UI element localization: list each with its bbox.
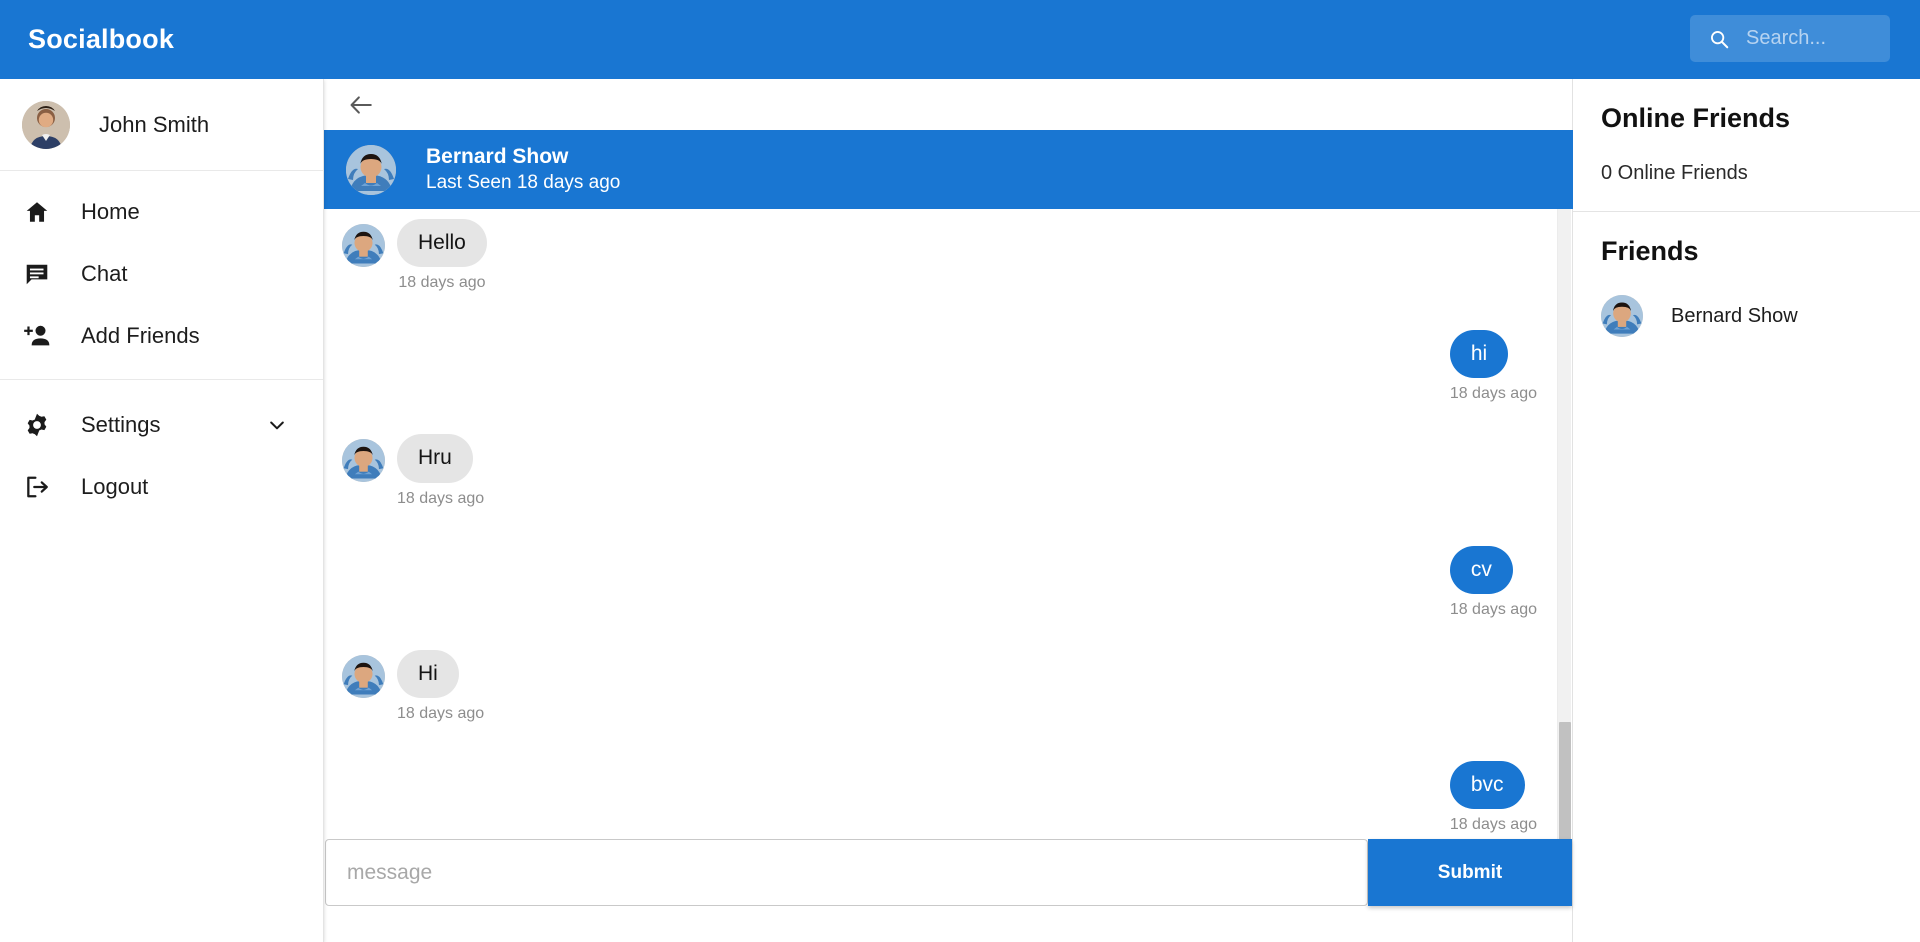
sidebar-item-home[interactable]: Home [0, 181, 323, 243]
message-bubble: hi [1449, 330, 1509, 379]
back-arrow-icon[interactable] [348, 92, 374, 118]
message-cluster: Hello 18 days ago [342, 219, 487, 292]
message-cluster: bvc 18 days ago [1438, 760, 1537, 834]
friends-title: Friends [1601, 236, 1699, 266]
message-bubble-wrap: hi 18 days ago [1449, 330, 1537, 403]
message-scroll-area[interactable]: Jiji18 days agoHello18 days agohi18 days… [324, 130, 1573, 887]
message-composer: Submit [324, 839, 1573, 906]
message-cluster: Hru 18 days ago [342, 434, 484, 507]
friend-list-item[interactable]: Bernard Show [1601, 295, 1892, 337]
message-bubble: Hello [397, 219, 487, 268]
friends-section: Friends Bernard Show [1573, 211, 1920, 363]
chevron-down-icon[interactable] [267, 415, 287, 435]
chat-bubble-icon [22, 259, 52, 289]
message-avatar [342, 439, 385, 483]
peer-name: Bernard Show [426, 144, 569, 168]
message-row: bvc 18 days ago [324, 760, 1557, 834]
logout-icon [22, 472, 52, 502]
message-bubble: Hi [397, 649, 459, 698]
online-friends-section: Online Friends 0 Online Friends [1573, 79, 1920, 211]
message-avatar [342, 224, 385, 268]
sidebar-item-logout[interactable]: Logout [0, 456, 323, 518]
message-row: Hello 18 days ago [324, 219, 1557, 292]
message-bubble: bvc [1449, 760, 1525, 809]
sidebar-nav-primary: Home Chat Add Friends [0, 171, 323, 367]
peer-info: Bernard Show Last Seen 18 days ago [426, 144, 620, 196]
message-timestamp: 18 days ago [397, 704, 485, 722]
sidebar-item-label: Settings [81, 412, 161, 437]
sidebar-profile[interactable]: John Smith [0, 79, 323, 171]
sidebar-item-chat[interactable]: Chat [0, 243, 323, 305]
message-input[interactable] [325, 839, 1368, 906]
friend-avatar [1601, 295, 1643, 337]
message-avatar [342, 654, 385, 698]
search-input[interactable] [1746, 27, 1866, 50]
peer-avatar [346, 144, 396, 195]
message-timestamp: 18 days ago [397, 489, 485, 507]
message-cluster: Hi 18 days ago [342, 649, 485, 723]
right-sidebar: Online Friends 0 Online Friends Friends … [1573, 79, 1920, 942]
online-friends-count: 0 Online Friends [1601, 162, 1748, 184]
message-timestamp: 18 days ago [1449, 600, 1537, 618]
chat-peer-header[interactable]: Bernard Show Last Seen 18 days ago [324, 130, 1573, 209]
message-row: cv 18 days ago [324, 545, 1557, 619]
friend-name: Bernard Show [1671, 304, 1798, 327]
avatar [22, 100, 70, 149]
gear-icon [22, 410, 52, 440]
search-icon [1708, 28, 1730, 50]
message-bubble: Hru [397, 434, 473, 483]
message-timestamp: 18 days ago [1449, 815, 1537, 833]
chat-scrollbar[interactable]: ▲ ▼ [1557, 130, 1571, 887]
sidebar-item-label: Add Friends [81, 323, 200, 348]
sidebar-item-settings[interactable]: Settings [0, 394, 323, 456]
app-brand: Socialbook [28, 24, 175, 54]
friends-list: Bernard Show [1601, 295, 1892, 337]
peer-status: Last Seen 18 days ago [426, 171, 621, 193]
message-timestamp: 18 days ago [398, 274, 486, 292]
message-list: Jiji18 days agoHello18 days agohi18 days… [324, 130, 1557, 885]
left-sidebar: John Smith Home Chat Add Friends Setting… [0, 79, 324, 942]
message-cluster: cv 18 days ago [1438, 545, 1537, 619]
message-bubble-wrap: cv 18 days ago [1449, 545, 1537, 619]
submit-button[interactable]: Submit [1368, 839, 1572, 906]
message-bubble: cv [1449, 545, 1513, 594]
message-bubble-wrap: Hello 18 days ago [397, 219, 487, 292]
person-add-icon [22, 321, 52, 351]
search-box[interactable] [1690, 15, 1890, 62]
message-bubble-wrap: bvc 18 days ago [1449, 760, 1537, 834]
message-row: Hi 18 days ago [324, 649, 1557, 723]
message-row: Hru 18 days ago [324, 434, 1557, 507]
sidebar-item-label: Home [81, 199, 140, 224]
message-row: hi 18 days ago [324, 330, 1557, 403]
sidebar-item-add-friends[interactable]: Add Friends [0, 305, 323, 367]
message-timestamp: 18 days ago [1449, 385, 1537, 403]
message-cluster: hi 18 days ago [1438, 330, 1537, 403]
top-app-bar: Socialbook [0, 0, 1920, 79]
profile-name: John Smith [99, 111, 210, 137]
chat-panel: Jiji18 days agoHello18 days agohi18 days… [324, 79, 1573, 942]
message-bubble-wrap: Hru 18 days ago [397, 434, 484, 507]
online-friends-title: Online Friends [1601, 103, 1791, 133]
sidebar-nav-secondary: Settings Logout [0, 379, 323, 518]
sidebar-item-label: Chat [81, 261, 128, 286]
message-bubble-wrap: Hi 18 days ago [397, 649, 485, 723]
chat-toolbar [324, 79, 1572, 130]
sidebar-item-label: Logout [81, 474, 149, 499]
home-icon [22, 197, 52, 227]
